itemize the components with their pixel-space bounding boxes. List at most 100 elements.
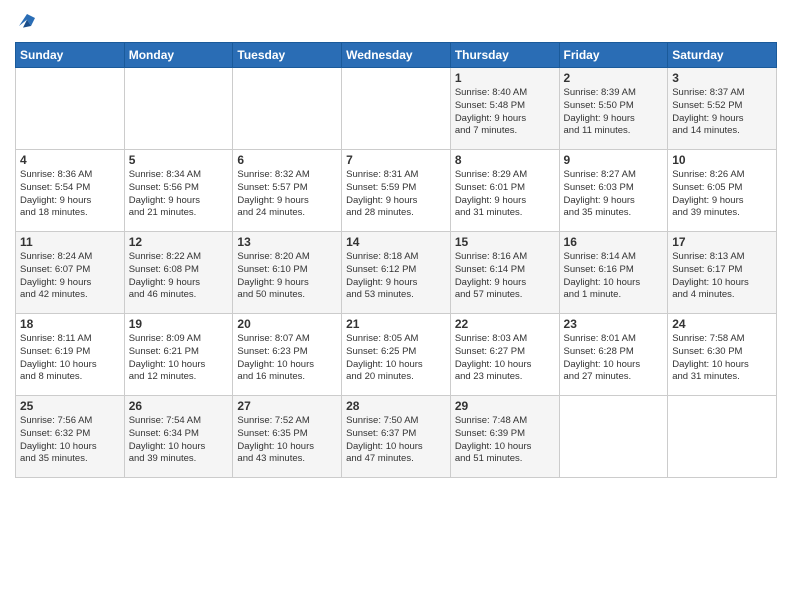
calendar-cell: 28Sunrise: 7:50 AMSunset: 6:37 PMDayligh…: [342, 396, 451, 478]
day-info: Sunrise: 8:29 AMSunset: 6:01 PMDaylight:…: [455, 169, 555, 220]
logo-bird-icon: [15, 10, 39, 34]
week-row-1: 1 Sunrise: 8:40 AMSunset: 5:48 PMDaylight…: [16, 68, 777, 150]
calendar-cell: 10 Sunrise: 8:26 AMSunset: 6:05 PMDayligh…: [668, 150, 777, 232]
day-number: 26: [129, 399, 229, 413]
calendar-cell: [342, 68, 451, 150]
week-row-5: 25 Sunrise: 7:56 AMSunset: 6:32 PMDayligh…: [16, 396, 777, 478]
calendar-cell: [668, 396, 777, 478]
day-number: 9: [564, 153, 664, 167]
day-info: Sunrise: 8:22 AMSunset: 6:08 PMDaylight:…: [129, 251, 229, 302]
calendar-cell: [233, 68, 342, 150]
day-info: Sunrise: 8:07 AMSunset: 6:23 PMDaylight:…: [237, 333, 337, 384]
day-info: Sunrise: 8:24 AMSunset: 6:07 PMDaylight:…: [20, 251, 120, 302]
week-row-2: 4 Sunrise: 8:36 AMSunset: 5:54 PMDaylight…: [16, 150, 777, 232]
day-number: 21: [346, 317, 446, 331]
calendar-cell: 20 Sunrise: 8:07 AMSunset: 6:23 PMDayligh…: [233, 314, 342, 396]
day-number: 22: [455, 317, 555, 331]
day-info: Sunrise: 8:34 AMSunset: 5:56 PMDaylight:…: [129, 169, 229, 220]
day-number: 13: [237, 235, 337, 249]
day-info: Sunrise: 7:52 AMSunset: 6:35 PMDaylight:…: [237, 415, 337, 466]
day-info: Sunrise: 8:40 AMSunset: 5:48 PMDaylight:…: [455, 87, 555, 138]
calendar-cell: 11 Sunrise: 8:24 AMSunset: 6:07 PMDayligh…: [16, 232, 125, 314]
header: [15, 10, 777, 34]
page: SundayMondayTuesdayWednesdayThursdayFrid…: [0, 0, 792, 612]
calendar-cell: [16, 68, 125, 150]
calendar-cell: 3Sunrise: 8:37 AMSunset: 5:52 PMDaylight…: [668, 68, 777, 150]
day-info: Sunrise: 7:58 AMSunset: 6:30 PMDaylight:…: [672, 333, 772, 384]
calendar-cell: 19 Sunrise: 8:09 AMSunset: 6:21 PMDayligh…: [124, 314, 233, 396]
day-number: 28: [346, 399, 446, 413]
calendar-cell: 24 Sunrise: 7:58 AMSunset: 6:30 PMDayligh…: [668, 314, 777, 396]
day-info: Sunrise: 7:48 AMSunset: 6:39 PMDaylight:…: [455, 415, 555, 466]
day-info: Sunrise: 8:09 AMSunset: 6:21 PMDaylight:…: [129, 333, 229, 384]
calendar-cell: 7 Sunrise: 8:31 AMSunset: 5:59 PMDaylight…: [342, 150, 451, 232]
calendar-cell: 6 Sunrise: 8:32 AMSunset: 5:57 PMDaylight…: [233, 150, 342, 232]
day-info: Sunrise: 8:20 AMSunset: 6:10 PMDaylight:…: [237, 251, 337, 302]
weekday-header-friday: Friday: [559, 43, 668, 68]
day-info: Sunrise: 8:26 AMSunset: 6:05 PMDaylight:…: [672, 169, 772, 220]
calendar-cell: 2Sunrise: 8:39 AMSunset: 5:50 PMDaylight…: [559, 68, 668, 150]
day-number: 4: [20, 153, 120, 167]
day-number: 11: [20, 235, 120, 249]
calendar-cell: 18 Sunrise: 8:11 AMSunset: 6:19 PMDayligh…: [16, 314, 125, 396]
calendar-cell: [559, 396, 668, 478]
week-row-4: 18 Sunrise: 8:11 AMSunset: 6:19 PMDayligh…: [16, 314, 777, 396]
day-number: 8: [455, 153, 555, 167]
day-number: 10: [672, 153, 772, 167]
day-number: 25: [20, 399, 120, 413]
day-info: Sunrise: 8:37 AMSunset: 5:52 PMDaylight:…: [672, 87, 772, 138]
weekday-header-saturday: Saturday: [668, 43, 777, 68]
day-number: 7: [346, 153, 446, 167]
day-number: 20: [237, 317, 337, 331]
day-number: 5: [129, 153, 229, 167]
day-info: Sunrise: 8:05 AMSunset: 6:25 PMDaylight:…: [346, 333, 446, 384]
weekday-header-tuesday: Tuesday: [233, 43, 342, 68]
calendar-cell: 29 Sunrise: 7:48 AMSunset: 6:39 PMDayligh…: [450, 396, 559, 478]
day-number: 29: [455, 399, 555, 413]
calendar-cell: [124, 68, 233, 150]
calendar-cell: 4 Sunrise: 8:36 AMSunset: 5:54 PMDaylight…: [16, 150, 125, 232]
day-info: Sunrise: 8:18 AMSunset: 6:12 PMDaylight:…: [346, 251, 446, 302]
day-number: 1: [455, 71, 555, 85]
calendar-cell: 25 Sunrise: 7:56 AMSunset: 6:32 PMDayligh…: [16, 396, 125, 478]
calendar: SundayMondayTuesdayWednesdayThursdayFrid…: [15, 42, 777, 478]
day-info: Sunrise: 8:27 AMSunset: 6:03 PMDaylight:…: [564, 169, 664, 220]
calendar-cell: 16 Sunrise: 8:14 AMSunset: 6:16 PMDayligh…: [559, 232, 668, 314]
calendar-cell: 1 Sunrise: 8:40 AMSunset: 5:48 PMDaylight…: [450, 68, 559, 150]
calendar-cell: 13 Sunrise: 8:20 AMSunset: 6:10 PMDayligh…: [233, 232, 342, 314]
week-row-3: 11 Sunrise: 8:24 AMSunset: 6:07 PMDayligh…: [16, 232, 777, 314]
day-info: Sunrise: 7:56 AMSunset: 6:32 PMDaylight:…: [20, 415, 120, 466]
calendar-cell: 21 Sunrise: 8:05 AMSunset: 6:25 PMDayligh…: [342, 314, 451, 396]
calendar-cell: 26 Sunrise: 7:54 AMSunset: 6:34 PMDayligh…: [124, 396, 233, 478]
logo: [15, 10, 43, 34]
day-info: Sunrise: 8:01 AMSunset: 6:28 PMDaylight:…: [564, 333, 664, 384]
day-info: Sunrise: 8:31 AMSunset: 5:59 PMDaylight:…: [346, 169, 446, 220]
day-number: 17: [672, 235, 772, 249]
calendar-cell: 14 Sunrise: 8:18 AMSunset: 6:12 PMDayligh…: [342, 232, 451, 314]
day-number: 16: [564, 235, 664, 249]
day-info: Sunrise: 8:13 AMSunset: 6:17 PMDaylight:…: [672, 251, 772, 302]
calendar-cell: 5 Sunrise: 8:34 AMSunset: 5:56 PMDaylight…: [124, 150, 233, 232]
weekday-header-thursday: Thursday: [450, 43, 559, 68]
day-number: 18: [20, 317, 120, 331]
day-info: Sunrise: 8:14 AMSunset: 6:16 PMDaylight:…: [564, 251, 664, 302]
weekday-header-wednesday: Wednesday: [342, 43, 451, 68]
day-number: 24: [672, 317, 772, 331]
day-info: Sunrise: 8:32 AMSunset: 5:57 PMDaylight:…: [237, 169, 337, 220]
day-number: 6: [237, 153, 337, 167]
calendar-cell: 27Sunrise: 7:52 AMSunset: 6:35 PMDayligh…: [233, 396, 342, 478]
day-info: Sunrise: 8:36 AMSunset: 5:54 PMDaylight:…: [20, 169, 120, 220]
day-info: Sunrise: 8:03 AMSunset: 6:27 PMDaylight:…: [455, 333, 555, 384]
day-number: 14: [346, 235, 446, 249]
day-number: 12: [129, 235, 229, 249]
day-number: 23: [564, 317, 664, 331]
day-info: Sunrise: 7:54 AMSunset: 6:34 PMDaylight:…: [129, 415, 229, 466]
calendar-cell: 22 Sunrise: 8:03 AMSunset: 6:27 PMDayligh…: [450, 314, 559, 396]
day-info: Sunrise: 8:11 AMSunset: 6:19 PMDaylight:…: [20, 333, 120, 384]
calendar-cell: 8 Sunrise: 8:29 AMSunset: 6:01 PMDaylight…: [450, 150, 559, 232]
calendar-cell: 12 Sunrise: 8:22 AMSunset: 6:08 PMDayligh…: [124, 232, 233, 314]
weekday-header-sunday: Sunday: [16, 43, 125, 68]
day-number: 19: [129, 317, 229, 331]
day-info: Sunrise: 8:39 AMSunset: 5:50 PMDaylight:…: [564, 87, 664, 138]
weekday-header-monday: Monday: [124, 43, 233, 68]
